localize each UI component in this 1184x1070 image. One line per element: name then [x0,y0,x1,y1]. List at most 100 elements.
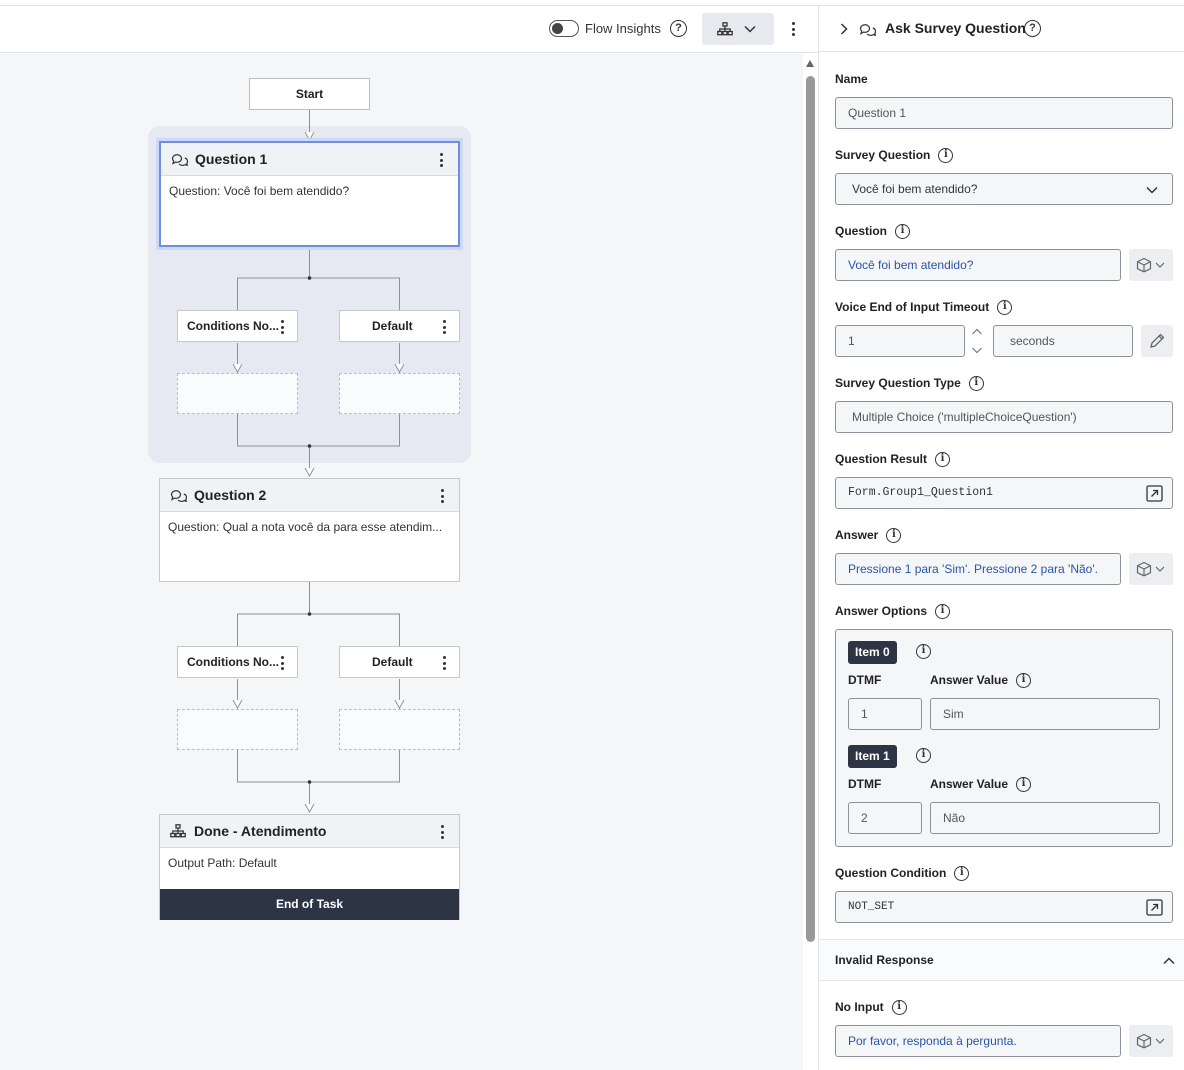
done-node[interactable]: Done - Atendimento Output Path: Default … [159,814,460,920]
dtmf-input[interactable]: 1 [848,698,922,730]
name-input[interactable]: Question 1 [835,97,1173,129]
cube-icon [1136,561,1165,577]
info-icon[interactable]: i [938,148,954,164]
branch-label: Conditions No... [187,319,279,333]
info-icon[interactable]: i [895,224,911,240]
node-title: Question 1 [195,151,268,167]
cube-icon [1136,1033,1165,1049]
node-header: Question 2 [160,479,459,512]
info-icon[interactable]: i [935,604,951,620]
branch-menu-icon[interactable] [281,656,285,670]
question-input[interactable]: Você foi bem atendido? [835,249,1121,281]
survey-question-value: Você foi bem atendido? [852,182,978,196]
dtmf-input[interactable]: 2 [848,802,922,834]
node-body: Output Path: Default [168,856,277,870]
hierarchy-icon [717,22,733,36]
expand-editor-icon[interactable] [1146,485,1163,502]
branch-conditions[interactable]: Conditions No... [177,310,298,342]
info-icon[interactable]: i [1016,673,1032,689]
no-input-input[interactable]: Por favor, responda à pergunta. [835,1025,1121,1057]
info-icon[interactable]: i [1016,777,1032,793]
drop-target[interactable] [177,709,298,750]
info-icon[interactable]: i [891,1000,907,1016]
info-icon[interactable]: i [954,866,970,882]
node-menu-icon[interactable] [440,153,444,167]
drop-target[interactable] [339,709,460,750]
expression-toggle-button[interactable] [1129,249,1173,281]
canvas-scrollbar[interactable] [803,54,818,1070]
branch-default[interactable]: Default [339,310,460,342]
answer-input[interactable]: Pressione 1 para 'Sim'. Pressione 2 para… [835,553,1121,585]
node-menu-icon[interactable] [441,489,445,503]
branch-menu-icon[interactable] [281,320,285,334]
start-node[interactable]: Start [249,78,370,110]
item-badge: Item 0 [848,641,897,664]
help-icon[interactable]: ? [1024,20,1041,37]
branch-conditions[interactable]: Conditions No... [177,646,298,678]
layout-menu-button[interactable] [702,13,774,45]
branch-default[interactable]: Default [339,646,460,678]
answer-value-label: Answer Value i [930,777,1032,793]
chat-bubbles-icon [171,154,188,166]
stepper-icon[interactable] [971,326,983,356]
panel-title: Ask Survey Question [885,20,1026,36]
flow-insights-label: Flow Insights [585,21,661,36]
item-badge: Item 1 [848,745,897,768]
scrollbar-thumb[interactable] [806,76,815,942]
chevron-right-icon[interactable] [839,23,849,35]
node-body: Question: Qual a nota você da para esse … [168,520,443,534]
question1-node[interactable]: Question 1 Question: Você foi bem atendi… [159,141,460,247]
panel-header: Ask Survey Question ? [819,6,1184,52]
scroll-up-arrow-icon[interactable] [806,60,814,67]
flow-insights-toggle[interactable] [549,20,579,37]
branch-menu-icon[interactable] [443,656,447,670]
info-icon[interactable]: i [997,300,1013,316]
expression-toggle-button[interactable] [1129,1025,1173,1057]
expression-toggle-button[interactable] [1129,553,1173,585]
answer-value-input[interactable]: Não [930,802,1160,834]
flow-canvas[interactable]: Start Question 1 Question: Você foi bem … [0,54,803,1070]
timeout-label: Voice End of Input Timeout i [835,300,1013,316]
result-input[interactable]: Form.Group1_Question1 [835,477,1173,509]
question-label: Question i [835,224,911,240]
condition-label: Question Condition i [835,866,970,882]
pencil-icon [1150,333,1165,348]
result-value: Form.Group1_Question1 [848,486,993,499]
node-body: Question: Você foi bem atendido? [169,184,350,198]
type-input[interactable]: Multiple Choice ('multipleChoiceQuestion… [835,401,1173,433]
question2-node[interactable]: Question 2 Question: Qual a nota você da… [159,478,460,582]
dtmf-label: DTMF [848,673,882,687]
survey-question-select[interactable]: Você foi bem atendido? [835,173,1173,205]
hierarchy-icon [170,824,186,838]
info-icon[interactable]: i [916,748,931,763]
answer-options-box: Item 0 i DTMF Answer Value i 1 Sim Item 1… [835,629,1173,847]
canvas-toolbar: Flow Insights ? [0,6,818,53]
drop-target[interactable] [339,373,460,414]
answer-options-label: Answer Options i [835,604,951,620]
invalid-response-section[interactable]: Invalid Response [819,939,1184,981]
help-icon[interactable]: ? [670,20,687,37]
end-of-task-bar: End of Task [160,889,459,920]
info-icon[interactable]: i [968,376,984,392]
chevron-down-icon [1146,186,1158,194]
branch-label: Default [372,655,413,669]
info-icon[interactable]: i [886,528,902,544]
expand-editor-icon[interactable] [1146,899,1163,916]
branch-menu-icon[interactable] [443,320,447,334]
chat-bubbles-icon [170,490,187,502]
chevron-up-icon[interactable] [1163,957,1175,965]
edit-button[interactable] [1141,325,1173,357]
condition-value: NOT_SET [848,901,895,913]
more-options-icon[interactable] [792,22,796,36]
info-icon[interactable]: i [935,452,951,468]
timeout-input[interactable]: 1 [835,325,965,357]
timeout-unit-input[interactable]: seconds [993,325,1133,357]
section-title: Invalid Response [835,953,934,967]
properties-panel: Ask Survey Question ? Name Question 1 Su… [818,6,1184,1070]
info-icon[interactable]: i [916,644,931,659]
node-menu-icon[interactable] [441,825,445,839]
drop-target[interactable] [177,373,298,414]
answer-value-input[interactable]: Sim [930,698,1160,730]
condition-input[interactable]: NOT_SET [835,891,1173,923]
node-header: Done - Atendimento [160,815,459,848]
